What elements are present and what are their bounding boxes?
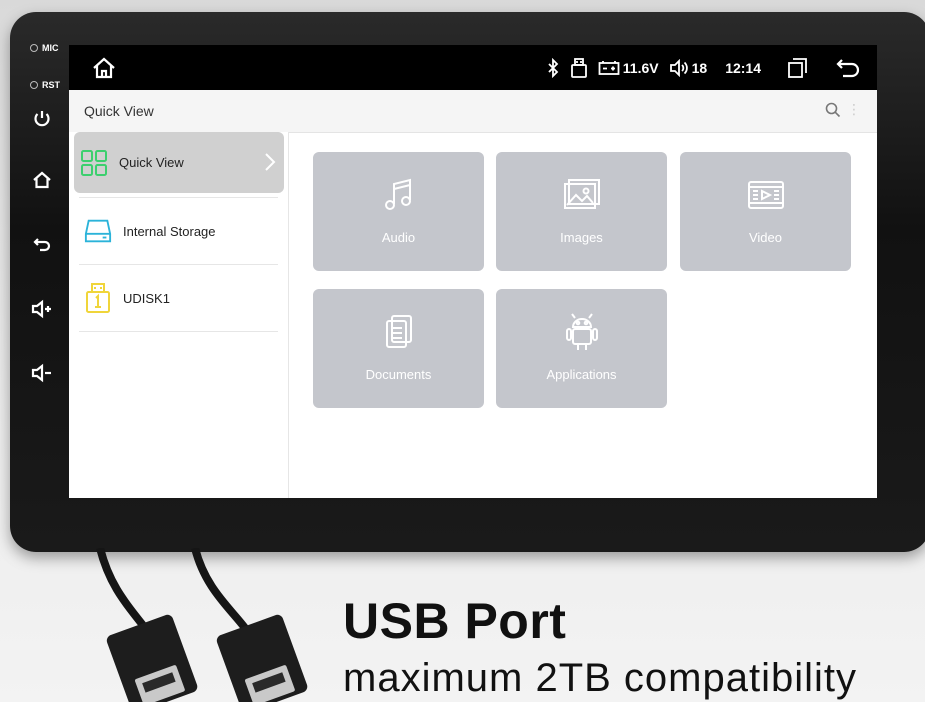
tile-images[interactable]: Images	[496, 152, 667, 271]
video-icon	[746, 176, 786, 214]
tile-label: Documents	[365, 367, 432, 382]
volume-up-button[interactable]	[10, 289, 74, 329]
volume-up-icon	[31, 299, 51, 319]
sidebar-item-label: Internal Storage	[123, 223, 216, 239]
usb-indicator	[570, 57, 588, 79]
storage-icon	[84, 217, 112, 245]
status-bar: 11.6V 18 12:14	[69, 45, 877, 90]
usb-drive-icon	[84, 283, 112, 313]
sidebar-item-label: Quick View	[119, 155, 184, 170]
back-hw-button[interactable]	[10, 224, 74, 264]
search-icon	[825, 102, 841, 118]
sidebar-item-quick-view[interactable]: Quick View	[74, 132, 284, 193]
usb-icon	[570, 57, 587, 78]
home-button[interactable]	[91, 55, 117, 86]
tile-audio[interactable]: Audio	[313, 152, 484, 271]
tile-video[interactable]: Video	[680, 152, 851, 271]
mic-label: MIC	[30, 43, 59, 53]
power-button[interactable]	[10, 99, 74, 139]
sidebar: Quick View Internal Storage UDISK1	[69, 132, 289, 498]
usb-cables-illustration	[96, 548, 308, 702]
clock: 12:14	[725, 59, 761, 76]
voltage-text: 11.6V	[622, 59, 659, 76]
back-nav-button[interactable]	[835, 56, 861, 80]
volume-level: 18	[691, 59, 708, 76]
volume-down-button[interactable]	[10, 353, 74, 393]
back-icon	[836, 58, 860, 77]
recents-icon	[788, 57, 807, 78]
battery-voltage: 11.6V	[598, 60, 659, 76]
promo-subtitle: maximum 2TB compatibility	[343, 656, 858, 700]
sidebar-item-internal-storage[interactable]: Internal Storage	[79, 198, 278, 265]
volume-icon	[669, 58, 688, 77]
recents-button[interactable]	[785, 56, 809, 80]
tile-label: Video	[748, 230, 782, 245]
promo-title: USB Port	[343, 593, 567, 649]
chevron-right-icon	[264, 152, 276, 177]
sidebar-item-label: UDISK1	[123, 290, 170, 306]
back-icon	[33, 238, 51, 252]
app-bar: Quick View ⋮	[69, 90, 877, 133]
battery-icon	[598, 60, 620, 75]
bluetooth-icon	[548, 57, 559, 78]
more-button[interactable]: ⋮	[847, 102, 861, 116]
power-icon	[34, 111, 50, 127]
tile-label: Applications	[546, 367, 617, 382]
reset-label[interactable]: RST	[30, 80, 60, 90]
search-button[interactable]	[825, 102, 841, 123]
document-icon	[384, 313, 414, 351]
volume-indicator: 18	[669, 58, 708, 77]
tile-documents[interactable]: Documents	[313, 289, 484, 408]
volume-down-icon	[31, 363, 51, 383]
home-hw-button[interactable]	[10, 160, 74, 200]
tile-label: Images	[560, 230, 603, 245]
images-icon	[562, 176, 602, 214]
bluetooth-indicator	[546, 57, 560, 78]
tile-applications[interactable]: Applications	[496, 289, 667, 408]
page-title: Quick View	[84, 103, 154, 119]
more-vert-icon: ⋮	[847, 101, 861, 117]
screen: 11.6V 18 12:14 Quick View ⋮ Quick View I…	[69, 45, 877, 498]
tile-label: Audio	[381, 230, 416, 245]
home-icon	[93, 57, 115, 79]
home-icon	[33, 171, 51, 189]
android-icon	[563, 313, 601, 351]
sidebar-item-udisk1[interactable]: UDISK1	[79, 265, 278, 332]
grid-icon	[80, 149, 108, 177]
music-note-icon	[383, 176, 415, 214]
